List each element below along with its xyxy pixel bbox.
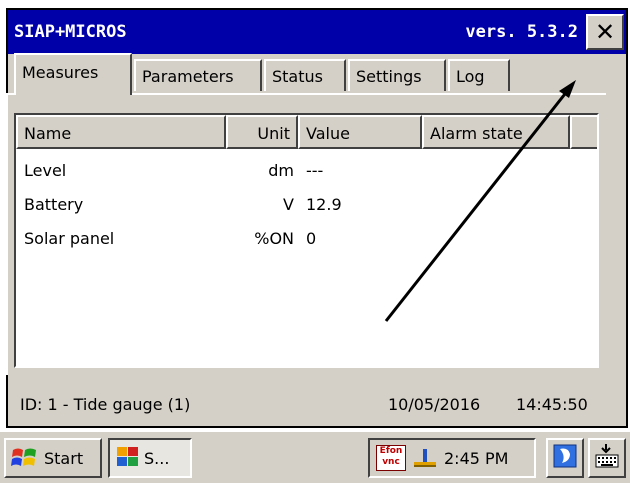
tab-log[interactable]: Log (448, 59, 510, 91)
tab-label: Log (456, 67, 485, 86)
windows-flag-icon (10, 446, 40, 470)
start-label: Start (44, 448, 84, 468)
table-row[interactable]: Level dm --- (16, 161, 597, 194)
status-bar: ID: 1 - Tide gauge (1) 10/05/2016 14:45:… (20, 395, 605, 421)
column-header-alarm[interactable]: Alarm state (422, 115, 570, 149)
table-row[interactable]: Battery V 12.9 (16, 195, 597, 228)
cell-name: Battery (24, 195, 84, 214)
vnc-icon[interactable]: Efon vnc (376, 445, 406, 471)
vnc-icon-bottom-text: vnc (382, 457, 400, 467)
cell-value: --- (306, 161, 324, 180)
column-header-name[interactable]: Name (16, 115, 226, 149)
title-bar: SIAP+MICROS vers. 5.3.2 ✕ (8, 10, 626, 54)
clock[interactable]: 2:45 PM (444, 449, 508, 468)
task-label: S... (144, 448, 170, 468)
taskbar-app-button[interactable]: S... (108, 438, 192, 478)
table-row[interactable]: Solar panel %ON 0 (16, 229, 597, 262)
cell-unit: %ON (254, 229, 294, 248)
tab-label: Parameters (142, 67, 234, 86)
vnc-icon-top-text: Efon (379, 446, 403, 456)
close-icon: ✕ (594, 18, 616, 46)
column-label: Unit (257, 124, 290, 143)
tab-status[interactable]: Status (264, 59, 346, 91)
tab-label: Status (272, 67, 323, 86)
cell-name: Level (24, 161, 67, 180)
keyboard-button[interactable] (588, 438, 626, 478)
column-label: Name (24, 124, 72, 143)
cell-name: Solar panel (24, 229, 115, 248)
status-date: 10/05/2016 (388, 395, 481, 414)
system-tray: Efon vnc 2:45 PM (368, 438, 536, 478)
close-button[interactable]: ✕ (586, 14, 624, 50)
cell-unit: dm (268, 161, 294, 180)
cell-unit: V (283, 195, 294, 214)
tab-parameters[interactable]: Parameters (134, 59, 262, 91)
network-icon[interactable] (412, 445, 438, 471)
start-button[interactable]: Start (4, 438, 102, 478)
tab-label: Settings (356, 67, 422, 86)
tab-label: Measures (22, 63, 99, 82)
column-header-unit[interactable]: Unit (226, 115, 298, 149)
column-header-value[interactable]: Value (298, 115, 422, 149)
desktop-icon (552, 443, 578, 474)
status-time: 14:45:50 (516, 395, 588, 414)
app-title: SIAP+MICROS (14, 22, 127, 42)
tab-measures[interactable]: Measures (14, 53, 132, 95)
tab-settings[interactable]: Settings (348, 59, 446, 91)
cell-value: 12.9 (306, 195, 342, 214)
taskbar: Start S... Efon vnc 2:45 PM (0, 430, 630, 483)
app-version: vers. 5.3.2 (465, 22, 578, 42)
column-label: Value (306, 124, 350, 143)
station-id: ID: 1 - Tide gauge (1) (20, 395, 191, 414)
desktop-button[interactable] (546, 438, 584, 478)
measures-list[interactable]: Name Unit Value Alarm state Level dm ---… (14, 113, 599, 368)
app-icon (116, 444, 140, 472)
list-header: Name Unit Value Alarm state (16, 115, 597, 151)
column-header-extra[interactable] (570, 115, 597, 149)
column-label: Alarm state (430, 124, 523, 143)
cell-value: 0 (306, 229, 317, 248)
keyboard-icon (593, 442, 621, 475)
